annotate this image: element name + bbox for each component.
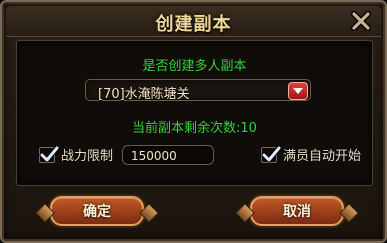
- auto-start-label: 满员自动开始: [283, 149, 362, 164]
- dungeon-select-value: [70]水淹陈塘关: [98, 87, 190, 102]
- close-icon: [351, 11, 371, 31]
- checkmark-icon: [39, 145, 59, 162]
- dialog-title: 创建副本: [155, 14, 232, 35]
- auto-start-checkbox[interactable]: [261, 145, 281, 163]
- power-limit-checkbox-row[interactable]: 战力限制: [39, 145, 113, 164]
- auto-start-checkbox-row[interactable]: 满员自动开始: [261, 145, 361, 164]
- create-dungeon-dialog: 创建副本 是否创建多人副本 [70]水淹陈塘关 当前副本剩余次数:10 战力限制…: [0, 0, 387, 243]
- close-button[interactable]: [349, 9, 373, 33]
- dropdown-button[interactable]: [288, 82, 308, 100]
- content-panel: 是否创建多人副本 [70]水淹陈塘关 当前副本剩余次数:10 战力限制 1500…: [16, 40, 373, 186]
- title-bar: 创建副本: [6, 6, 381, 37]
- dungeon-select[interactable]: [70]水淹陈塘关: [85, 79, 311, 102]
- confirm-button[interactable]: 确定: [50, 196, 144, 226]
- power-limit-checkbox[interactable]: [39, 145, 59, 163]
- cancel-button[interactable]: 取消: [250, 196, 344, 226]
- power-limit-label: 战力限制: [61, 149, 114, 164]
- remaining-count-text: 当前副本剩余次数:10: [132, 121, 257, 136]
- chevron-down-icon: [293, 88, 303, 94]
- create-multiplayer-question: 是否创建多人副本: [142, 59, 247, 74]
- checkmark-icon: [261, 145, 281, 162]
- power-limit-input[interactable]: 150000: [122, 145, 214, 165]
